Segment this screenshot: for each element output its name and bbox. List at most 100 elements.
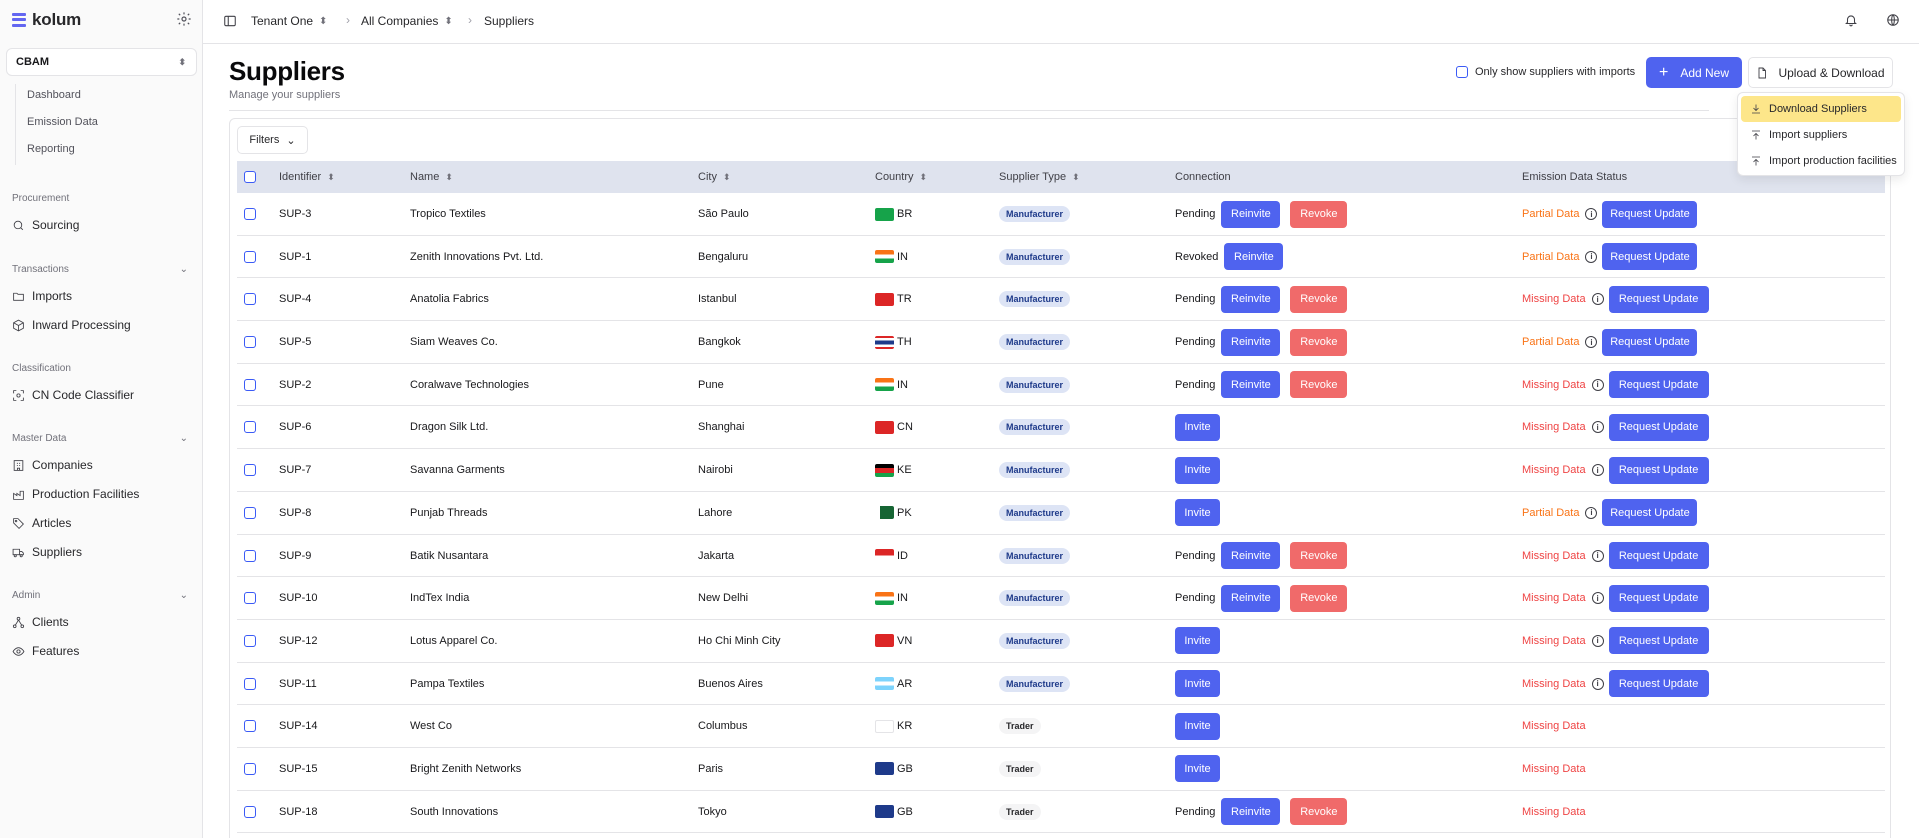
row-checkbox[interactable] [244, 193, 256, 235]
reinvite-button[interactable]: Reinvite [1224, 243, 1284, 271]
sidebar-item-cn-code-classifier[interactable]: CN Code Classifier [12, 386, 134, 404]
sidebar-item-clients[interactable]: Clients [12, 613, 69, 631]
revoke-button[interactable]: Revoke [1290, 584, 1348, 612]
filters-button[interactable]: Filters ⌄ [237, 126, 308, 154]
only-show-imports-toggle[interactable]: Only show suppliers with imports [1456, 66, 1635, 78]
reinvite-button[interactable]: Reinvite [1221, 542, 1281, 569]
invite-button[interactable]: Invite [1175, 627, 1220, 655]
nav-reporting[interactable]: Reporting [27, 138, 98, 165]
info-icon[interactable]: i [1585, 336, 1598, 349]
request-update-button[interactable]: Request Update [1608, 627, 1709, 655]
upload-download-button[interactable]: Upload & Download [1748, 57, 1893, 88]
reinvite-button[interactable]: Reinvite [1221, 285, 1281, 313]
row-checkbox[interactable] [244, 492, 256, 534]
sidebar-item-sourcing[interactable]: Sourcing [12, 216, 79, 234]
row-checkbox[interactable] [244, 791, 256, 833]
gear-icon[interactable] [176, 11, 192, 27]
revoke-button[interactable]: Revoke [1290, 285, 1348, 313]
brand-logo[interactable]: kolum [12, 10, 81, 30]
request-update-button[interactable]: Request Update [1608, 371, 1709, 399]
col-supplier-type[interactable]: Supplier Type ⬍ [999, 161, 1080, 193]
request-update-button[interactable]: Request Update [1602, 200, 1698, 228]
info-icon[interactable]: i [1585, 506, 1598, 519]
bell-icon[interactable] [1844, 13, 1858, 27]
info-icon[interactable]: i [1591, 464, 1604, 477]
invite-button[interactable]: Invite [1175, 499, 1220, 527]
request-update-button[interactable]: Request Update [1602, 328, 1698, 356]
sidebar-item-inward-processing[interactable]: Inward Processing [12, 316, 131, 334]
row-checkbox[interactable] [244, 278, 256, 320]
info-icon[interactable]: i [1591, 378, 1604, 391]
request-update-button[interactable]: Request Update [1608, 285, 1709, 313]
reinvite-button[interactable]: Reinvite [1221, 584, 1281, 612]
sidebar-item-companies[interactable]: Companies [12, 456, 93, 474]
info-icon[interactable]: i [1585, 208, 1598, 220]
sidebar-toggle-icon[interactable] [223, 14, 237, 28]
request-update-button[interactable]: Request Update [1608, 542, 1709, 569]
row-checkbox[interactable] [244, 535, 256, 577]
invite-button[interactable]: Invite [1175, 670, 1220, 698]
row-checkbox[interactable] [244, 321, 256, 363]
row-checkbox[interactable] [244, 705, 256, 747]
revoke-button[interactable]: Revoke [1290, 798, 1348, 826]
col-city[interactable]: City ⬍ [698, 161, 731, 193]
cell-name: West Co [410, 720, 452, 733]
row-checkbox[interactable] [244, 406, 256, 448]
breadcrumb-tenant[interactable]: Tenant One ⬍ [251, 14, 327, 28]
reinvite-button[interactable]: Reinvite [1221, 798, 1281, 826]
revoke-button[interactable]: Revoke [1290, 200, 1348, 228]
row-checkbox[interactable] [244, 620, 256, 662]
info-icon[interactable]: i [1585, 250, 1598, 263]
section-master-data[interactable]: Master Data ⌄ [12, 433, 188, 444]
invite-button[interactable]: Invite [1175, 712, 1220, 740]
info-icon[interactable]: i [1591, 293, 1604, 306]
col-identifier[interactable]: Identifier ⬍ [279, 161, 335, 193]
section-transactions[interactable]: Transactions ⌄ [12, 264, 188, 275]
sidebar-item-suppliers[interactable]: Suppliers [12, 543, 82, 561]
row-checkbox[interactable] [244, 577, 256, 619]
add-new-button[interactable]: + Add New [1646, 57, 1742, 88]
workspace-selector[interactable]: CBAM ⬍ [6, 48, 197, 76]
request-update-button[interactable]: Request Update [1602, 243, 1698, 271]
revoke-button[interactable]: Revoke [1290, 371, 1348, 399]
revoke-button[interactable]: Revoke [1290, 542, 1348, 569]
reinvite-button[interactable]: Reinvite [1221, 328, 1281, 356]
sidebar-item-production-facilities[interactable]: Production Facilities [12, 485, 139, 503]
info-icon[interactable]: i [1591, 634, 1604, 647]
reinvite-button[interactable]: Reinvite [1221, 200, 1281, 228]
invite-button[interactable]: Invite [1175, 456, 1220, 484]
info-icon[interactable]: i [1591, 677, 1604, 690]
invite-button[interactable]: Invite [1175, 755, 1220, 783]
menu-import-facilities[interactable]: Import production facilities [1741, 148, 1901, 174]
nav-dashboard[interactable]: Dashboard [27, 84, 98, 111]
col-country[interactable]: Country ⬍ [875, 161, 927, 193]
row-checkbox[interactable] [244, 748, 256, 790]
request-update-button[interactable]: Request Update [1608, 584, 1709, 612]
sidebar-item-articles[interactable]: Articles [12, 514, 71, 532]
row-checkbox[interactable] [244, 364, 256, 406]
revoke-button[interactable]: Revoke [1290, 328, 1348, 356]
request-update-button[interactable]: Request Update [1608, 413, 1709, 441]
info-icon[interactable]: i [1591, 549, 1604, 562]
sidebar-item-imports[interactable]: Imports [12, 287, 72, 305]
menu-import-suppliers[interactable]: Import suppliers [1741, 122, 1901, 148]
row-checkbox[interactable] [244, 663, 256, 705]
breadcrumb-companies[interactable]: All Companies ⬍ [361, 14, 453, 28]
globe-icon[interactable] [1886, 13, 1900, 27]
nav-emission-data[interactable]: Emission Data [27, 111, 98, 138]
info-icon[interactable]: i [1591, 421, 1604, 434]
menu-download-suppliers[interactable]: Download Suppliers [1741, 96, 1901, 122]
select-all-checkbox[interactable] [244, 161, 256, 193]
row-checkbox[interactable] [244, 449, 256, 491]
info-icon[interactable]: i [1591, 592, 1604, 605]
invite-button[interactable]: Invite [1175, 413, 1220, 441]
section-admin[interactable]: Admin ⌄ [12, 590, 188, 601]
reinvite-button[interactable]: Reinvite [1221, 371, 1281, 399]
col-name[interactable]: Name ⬍ [410, 161, 453, 193]
row-checkbox[interactable] [244, 236, 256, 278]
request-update-button[interactable]: Request Update [1608, 670, 1709, 698]
request-update-button[interactable]: Request Update [1608, 456, 1709, 484]
request-update-button[interactable]: Request Update [1602, 499, 1698, 527]
sidebar-item-features[interactable]: Features [12, 642, 79, 660]
only-show-checkbox[interactable] [1456, 66, 1468, 78]
